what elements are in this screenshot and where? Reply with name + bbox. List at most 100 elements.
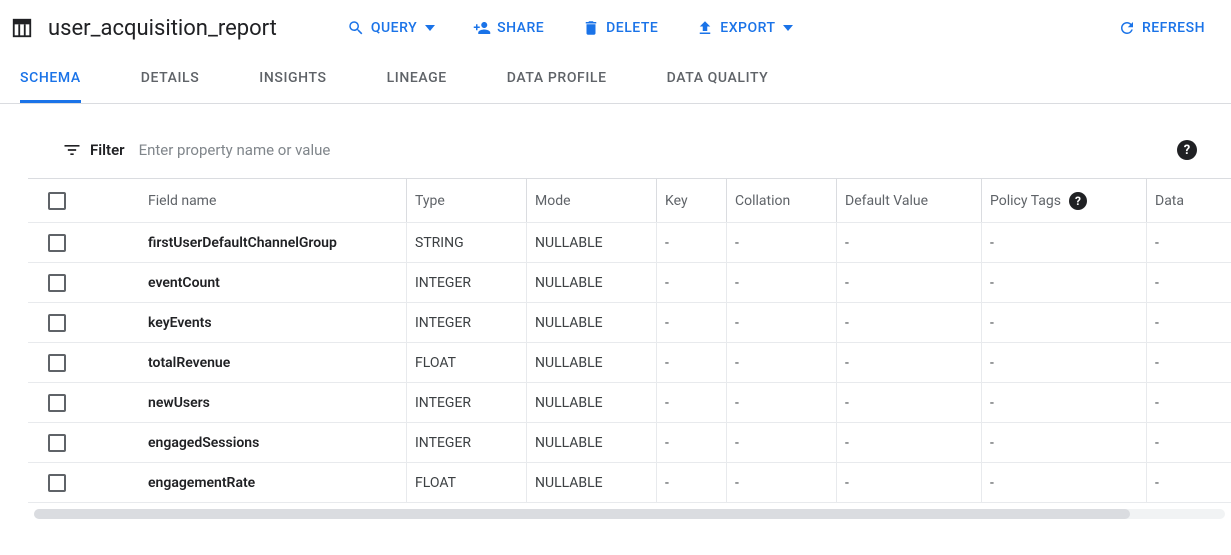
refresh-label: REFRESH bbox=[1142, 20, 1205, 36]
table-icon bbox=[10, 16, 34, 40]
person-add-icon bbox=[473, 19, 491, 37]
cell-key: - bbox=[656, 263, 726, 302]
query-button[interactable]: QUERY bbox=[337, 13, 445, 43]
help-icon[interactable]: ? bbox=[1069, 192, 1087, 210]
search-icon bbox=[347, 19, 365, 37]
toolbar: user_acquisition_report QUERY SHARE DELE… bbox=[0, 0, 1231, 56]
cell-key: - bbox=[656, 383, 726, 422]
col-header-mode: Mode bbox=[526, 179, 656, 222]
scrollbar-thumb[interactable] bbox=[34, 509, 1130, 519]
row-checkbox[interactable] bbox=[48, 434, 66, 452]
page-title: user_acquisition_report bbox=[48, 16, 277, 41]
cell-type: INTEGER bbox=[406, 423, 526, 462]
col-header-key: Key bbox=[656, 179, 726, 222]
col-header-data: Data bbox=[1146, 179, 1226, 222]
tabs: SCHEMA DETAILS INSIGHTS LINEAGE DATA PRO… bbox=[0, 56, 1231, 104]
cell-policy: - bbox=[981, 303, 1146, 342]
row-checkbox[interactable] bbox=[48, 474, 66, 492]
filter-icon bbox=[62, 140, 82, 160]
row-checkbox[interactable] bbox=[48, 354, 66, 372]
filter-row: Filter ? bbox=[28, 132, 1231, 178]
cell-default: - bbox=[836, 463, 981, 502]
cell-policy: - bbox=[981, 383, 1146, 422]
chevron-down-icon bbox=[425, 23, 435, 33]
cell-fieldname: newUsers bbox=[86, 395, 406, 411]
cell-data: - bbox=[1146, 303, 1226, 342]
cell-type: STRING bbox=[406, 223, 526, 262]
col-header-policy: Policy Tags ? bbox=[981, 179, 1146, 222]
table-row: firstUserDefaultChannelGroupSTRINGNULLAB… bbox=[28, 223, 1231, 263]
filter-input[interactable] bbox=[139, 141, 1177, 159]
cell-key: - bbox=[656, 223, 726, 262]
cell-collation: - bbox=[726, 303, 836, 342]
cell-policy: - bbox=[981, 263, 1146, 302]
query-label: QUERY bbox=[371, 20, 417, 36]
select-all-checkbox[interactable] bbox=[48, 192, 66, 210]
tab-insights[interactable]: INSIGHTS bbox=[259, 56, 326, 103]
cell-mode: NULLABLE bbox=[526, 263, 656, 302]
tab-schema[interactable]: SCHEMA bbox=[20, 56, 81, 103]
row-checkbox[interactable] bbox=[48, 314, 66, 332]
cell-key: - bbox=[656, 423, 726, 462]
tab-data-profile[interactable]: DATA PROFILE bbox=[507, 56, 607, 103]
col-header-default: Default Value bbox=[836, 179, 981, 222]
cell-fieldname: totalRevenue bbox=[86, 355, 406, 371]
horizontal-scrollbar[interactable] bbox=[34, 509, 1225, 519]
delete-button[interactable]: DELETE bbox=[572, 13, 668, 43]
table-row: engagementRateFLOATNULLABLE----- bbox=[28, 463, 1231, 503]
export-button[interactable]: EXPORT bbox=[686, 13, 803, 43]
cell-data: - bbox=[1146, 223, 1226, 262]
cell-key: - bbox=[656, 463, 726, 502]
cell-mode: NULLABLE bbox=[526, 343, 656, 382]
chevron-down-icon bbox=[783, 23, 793, 33]
row-checkbox[interactable] bbox=[48, 394, 66, 412]
cell-policy: - bbox=[981, 343, 1146, 382]
toolbar-actions: QUERY SHARE DELETE EXPORT bbox=[337, 13, 818, 43]
cell-fieldname: engagedSessions bbox=[86, 435, 406, 451]
cell-default: - bbox=[836, 423, 981, 462]
cell-fieldname: eventCount bbox=[86, 275, 406, 291]
col-header-collation: Collation bbox=[726, 179, 836, 222]
cell-type: INTEGER bbox=[406, 383, 526, 422]
cell-default: - bbox=[836, 263, 981, 302]
cell-collation: - bbox=[726, 223, 836, 262]
cell-fieldname: keyEvents bbox=[86, 315, 406, 331]
cell-mode: NULLABLE bbox=[526, 223, 656, 262]
share-label: SHARE bbox=[497, 20, 544, 36]
row-checkbox[interactable] bbox=[48, 234, 66, 252]
cell-collation: - bbox=[726, 423, 836, 462]
table-row: totalRevenueFLOATNULLABLE----- bbox=[28, 343, 1231, 383]
cell-mode: NULLABLE bbox=[526, 423, 656, 462]
tab-details[interactable]: DETAILS bbox=[141, 56, 200, 103]
refresh-button[interactable]: REFRESH bbox=[1108, 13, 1215, 43]
schema-panel: Filter ? Field name Type Mode Key Collat… bbox=[0, 104, 1231, 519]
share-button[interactable]: SHARE bbox=[463, 13, 554, 43]
cell-fieldname: engagementRate bbox=[86, 475, 406, 491]
tab-data-quality[interactable]: DATA QUALITY bbox=[667, 56, 769, 103]
table-row: newUsersINTEGERNULLABLE----- bbox=[28, 383, 1231, 423]
cell-collation: - bbox=[726, 463, 836, 502]
schema-table: Field name Type Mode Key Collation Defau… bbox=[28, 178, 1231, 503]
row-checkbox[interactable] bbox=[48, 274, 66, 292]
cell-collation: - bbox=[726, 383, 836, 422]
cell-policy: - bbox=[981, 423, 1146, 462]
cell-type: FLOAT bbox=[406, 343, 526, 382]
cell-data: - bbox=[1146, 343, 1226, 382]
table-row: engagedSessionsINTEGERNULLABLE----- bbox=[28, 423, 1231, 463]
export-label: EXPORT bbox=[720, 20, 775, 36]
tab-lineage[interactable]: LINEAGE bbox=[387, 56, 447, 103]
cell-collation: - bbox=[726, 343, 836, 382]
table-row: eventCountINTEGERNULLABLE----- bbox=[28, 263, 1231, 303]
col-header-fieldname: Field name bbox=[86, 193, 406, 209]
cell-data: - bbox=[1146, 383, 1226, 422]
trash-icon bbox=[582, 19, 600, 37]
cell-fieldname: firstUserDefaultChannelGroup bbox=[86, 235, 406, 251]
table-row: keyEventsINTEGERNULLABLE----- bbox=[28, 303, 1231, 343]
policy-tags-label: Policy Tags bbox=[990, 193, 1061, 209]
cell-default: - bbox=[836, 223, 981, 262]
help-icon[interactable]: ? bbox=[1177, 140, 1197, 160]
cell-policy: - bbox=[981, 223, 1146, 262]
cell-data: - bbox=[1146, 423, 1226, 462]
cell-data: - bbox=[1146, 463, 1226, 502]
cell-mode: NULLABLE bbox=[526, 463, 656, 502]
